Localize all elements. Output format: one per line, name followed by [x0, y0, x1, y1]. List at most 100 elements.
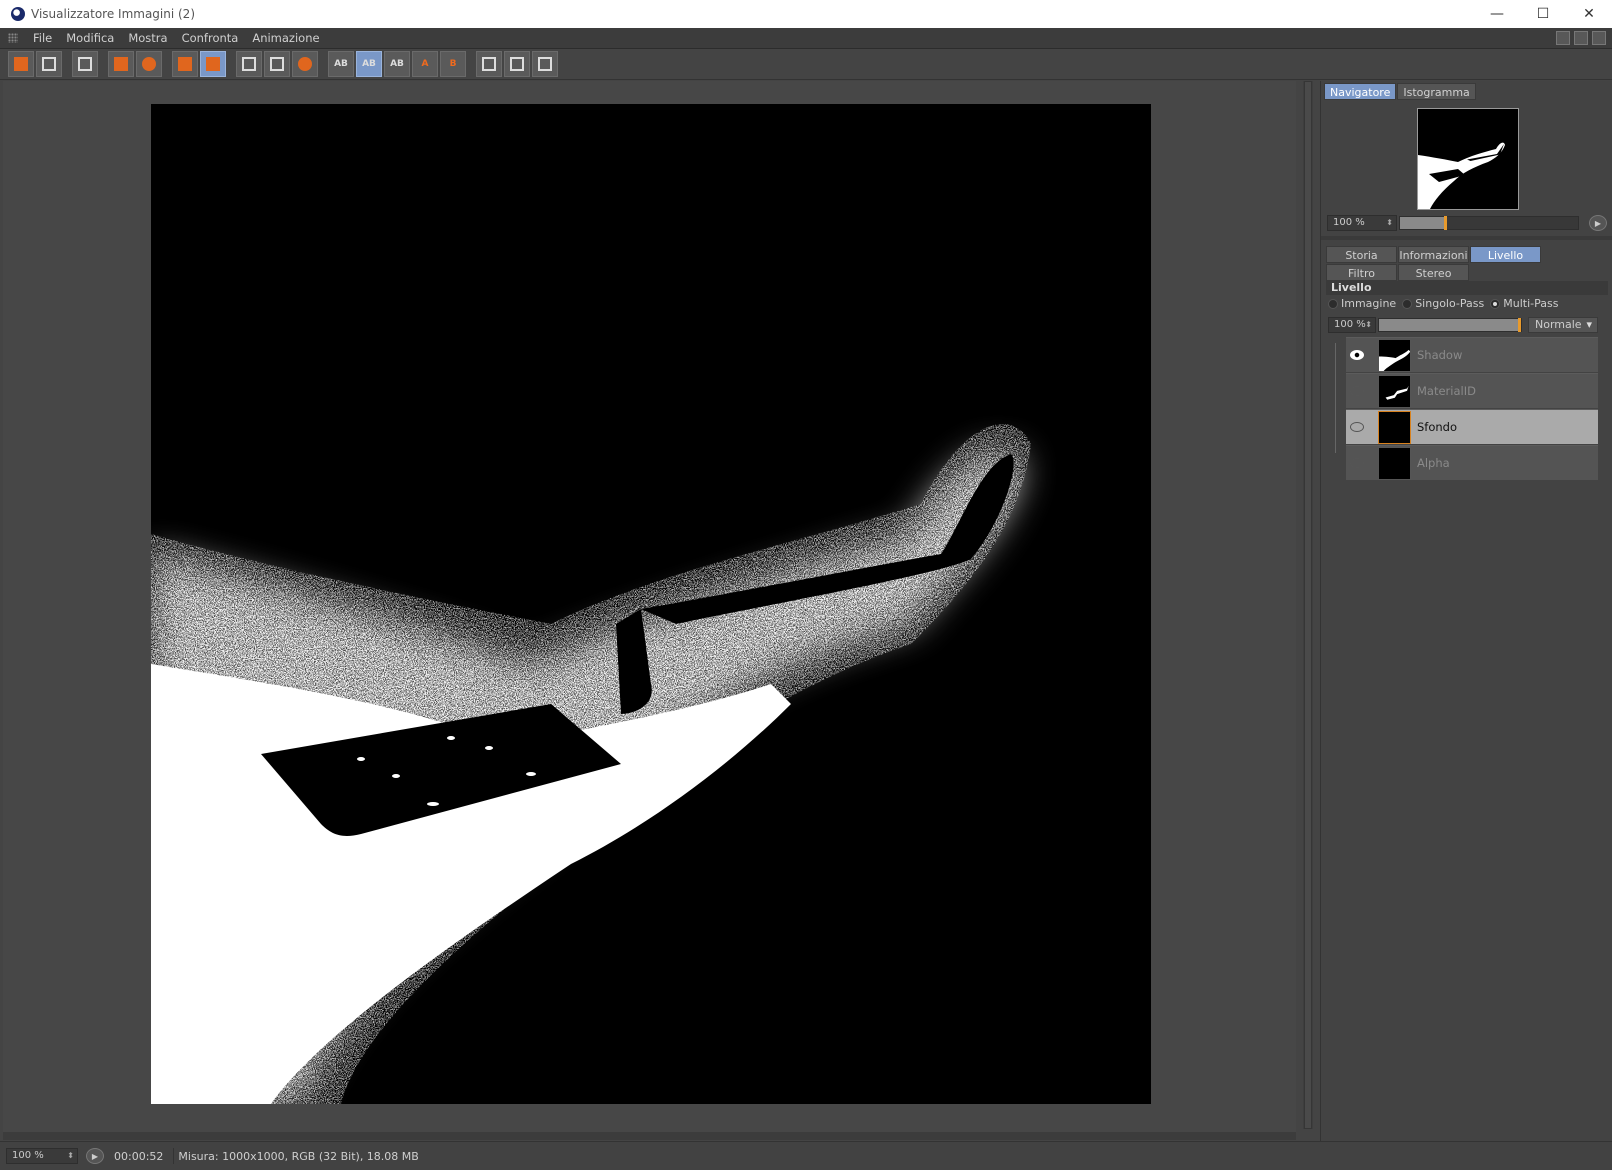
eye-icon[interactable] [1350, 458, 1364, 468]
render-time: 00:00:52 [114, 1149, 164, 1163]
copy-icon [178, 57, 192, 71]
layer-tree-line [1335, 343, 1336, 453]
materialid-thumb-image [1385, 385, 1409, 400]
eye-icon[interactable] [1350, 350, 1364, 360]
image-viewport[interactable] [3, 81, 1296, 1132]
layer-name: MaterialID [1417, 384, 1476, 398]
radio-immagine[interactable]: Immagine [1328, 297, 1396, 310]
set-b-button[interactable]: B [440, 51, 466, 77]
shadow-pass-image [151, 424, 1031, 1104]
layer-thumbnail [1378, 410, 1411, 444]
move-panel-icon[interactable] [1592, 31, 1606, 45]
snapshot-icon [142, 57, 156, 71]
opacity-knob[interactable] [1518, 318, 1521, 332]
opacity-field[interactable]: 100 % [1328, 317, 1376, 333]
blend-mode-dropdown[interactable]: Normale [1528, 317, 1598, 333]
snapshot-button[interactable] [136, 51, 162, 77]
tab-istogramma[interactable]: Istogramma [1397, 83, 1476, 100]
grip-icon[interactable] [8, 33, 18, 43]
render-view-icon [298, 57, 312, 71]
file-group [8, 51, 64, 77]
tab-livello[interactable]: Livello [1470, 246, 1541, 263]
region-group [236, 51, 320, 77]
set-a-button[interactable]: A [412, 51, 438, 77]
radio-label: Singolo-Pass [1415, 297, 1485, 310]
copy-button[interactable] [172, 51, 198, 77]
render-view-button[interactable] [292, 51, 318, 77]
radio-multi-pass[interactable]: Multi-Pass [1490, 297, 1558, 310]
radio-dot [1402, 298, 1413, 309]
play-icon: ▶ [1594, 218, 1602, 228]
navigator-zoom-field[interactable]: 100 % [1327, 215, 1397, 231]
compare-swap-button[interactable]: AB [384, 51, 410, 77]
tab-stereo[interactable]: Stereo [1398, 264, 1469, 281]
opacity-slider[interactable] [1378, 318, 1522, 332]
menu-confronta[interactable]: Confronta [175, 31, 246, 45]
window-title: Visualizzatore Immagini (2) [31, 7, 195, 21]
tab-filtro[interactable]: Filtro [1326, 264, 1397, 281]
navigator-tabs: Navigatore Istogramma [1324, 83, 1477, 100]
layer-row-materialid[interactable]: MaterialID [1346, 373, 1598, 408]
save-button[interactable] [36, 51, 62, 77]
shadow-thumb-image [1379, 349, 1410, 371]
region-icon [242, 57, 256, 71]
layer-mode-radios: Immagine Singolo-Pass Multi-Pass [1328, 297, 1564, 310]
tab-navigatore[interactable]: Navigatore [1324, 83, 1397, 100]
navigator-zoom-fill [1400, 217, 1445, 229]
tab-informazioni[interactable]: Informazioni [1398, 246, 1469, 263]
horizontal-scrollbar[interactable] [3, 1132, 1296, 1140]
navigator-zoom-knob[interactable] [1443, 216, 1447, 230]
split-h-button[interactable] [476, 51, 502, 77]
layer-row-sfondo[interactable]: Sfondo [1346, 409, 1598, 444]
save-icon [42, 57, 56, 71]
open-button[interactable] [8, 51, 34, 77]
eye-icon[interactable] [1350, 422, 1364, 432]
compare-ab-active-icon: AB [362, 59, 376, 69]
menu-modifica[interactable]: Modifica [59, 31, 121, 45]
maximize-button[interactable]: ☐ [1520, 0, 1566, 28]
layer-name: Shadow [1417, 348, 1463, 362]
region-view-button[interactable] [264, 51, 290, 77]
vertical-scrollbar[interactable] [1303, 81, 1313, 1129]
layers-button[interactable] [200, 51, 226, 77]
navigator-zoom-row: 100 % ▶ [1327, 215, 1607, 231]
menu-bar: File Modifica Mostra Confronta Animazion… [0, 28, 1612, 49]
status-play-button[interactable]: ▶ [86, 1148, 104, 1164]
rendered-image[interactable] [151, 104, 1151, 1104]
new-panel-icon[interactable] [1574, 31, 1588, 45]
navigator-thumbnail[interactable] [1417, 108, 1519, 210]
menu-mostra[interactable]: Mostra [121, 31, 174, 45]
layout-controls [1556, 31, 1606, 45]
status-zoom-field[interactable]: 100 % [6, 1148, 78, 1164]
compare-ab-button[interactable]: AB [328, 51, 354, 77]
copy-group [172, 51, 228, 77]
navigator-preview-image [1418, 142, 1505, 209]
vertical-scroll-thumb[interactable] [1304, 81, 1312, 1129]
title-bar: Visualizzatore Immagini (2) — ☐ ✕ [0, 0, 1612, 28]
layer-row-shadow[interactable]: Shadow [1346, 337, 1598, 372]
status-separator [173, 1148, 175, 1164]
right-panel: Navigatore Istogramma 100 % ▶ Storia Inf… [1320, 81, 1612, 1142]
compare-ab-active-button[interactable]: AB [356, 51, 382, 77]
navigator-zoom-slider[interactable] [1399, 216, 1579, 230]
grid-button[interactable] [72, 51, 98, 77]
menu-file[interactable]: File [26, 31, 59, 45]
fit-icon [114, 57, 128, 71]
region-button[interactable] [236, 51, 262, 77]
layer-thumbnail [1378, 446, 1411, 480]
toolbar: AB AB AB A B [0, 49, 1612, 80]
panel-layout-icon[interactable] [1556, 31, 1570, 45]
layers-icon [206, 57, 220, 71]
menu-animazione[interactable]: Animazione [245, 31, 326, 45]
split-grid-button[interactable] [532, 51, 558, 77]
layer-opacity-row: 100 % Normale [1328, 317, 1610, 333]
minimize-button[interactable]: — [1474, 0, 1520, 28]
close-button[interactable]: ✕ [1566, 0, 1612, 28]
split-v-button[interactable] [504, 51, 530, 77]
radio-singolo-pass[interactable]: Singolo-Pass [1402, 297, 1484, 310]
fit-button[interactable] [108, 51, 134, 77]
navigator-play-button[interactable]: ▶ [1589, 215, 1607, 231]
tab-storia[interactable]: Storia [1326, 246, 1397, 263]
eye-icon[interactable] [1350, 386, 1364, 396]
layer-row-alpha[interactable]: Alpha [1346, 445, 1598, 480]
